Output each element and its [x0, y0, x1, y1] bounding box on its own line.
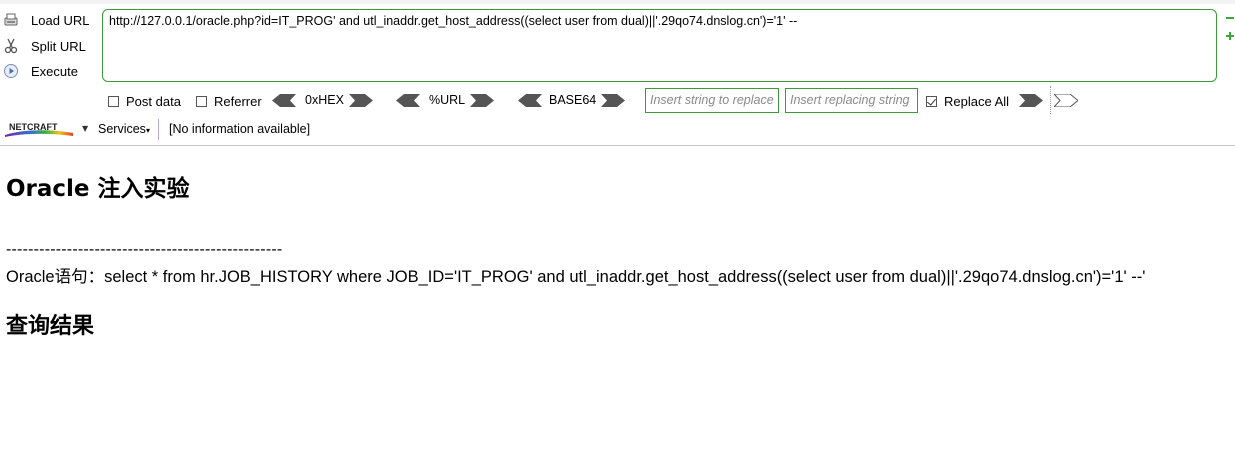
replace-next-arrow-icon[interactable]: [1054, 94, 1078, 107]
split-url-label: Split URL: [31, 38, 86, 54]
load-url-icon: [1, 10, 21, 30]
separator-line: ----------------------------------------…: [6, 241, 283, 258]
url-enc-label: %URL: [429, 93, 466, 107]
url-encode-arrow-icon[interactable]: [470, 94, 494, 107]
expand-icon[interactable]: [1226, 32, 1234, 40]
hex-encode-arrow-icon[interactable]: [349, 94, 373, 107]
replace-all-label: Replace All: [944, 94, 1010, 109]
execute-button[interactable]: Execute: [0, 60, 78, 82]
base64-encode-arrow-icon[interactable]: [601, 94, 625, 107]
netcraft-info: [No information available]: [169, 122, 311, 136]
insert-replacing-input[interactable]: Insert replacing string: [785, 88, 918, 113]
toolbar-divider: [1050, 86, 1051, 114]
post-data-box[interactable]: [108, 96, 119, 107]
load-url-button[interactable]: Load URL: [0, 9, 90, 31]
netcraft-logo[interactable]: NETCRAFT: [3, 120, 75, 138]
hex-decode-arrow-icon[interactable]: [272, 94, 296, 107]
collapse-icon[interactable]: [1226, 14, 1234, 22]
base64-label: BASE64: [549, 93, 597, 107]
insert-string-input[interactable]: Insert string to replace: [645, 88, 779, 113]
execute-label: Execute: [31, 63, 78, 79]
services-dropdown-icon: ▾: [145, 126, 150, 135]
replace-all-box[interactable]: [926, 96, 937, 107]
replace-arrow-icon[interactable]: [1019, 94, 1043, 107]
load-url-label: Load URL: [31, 12, 90, 28]
replace-all-checkbox[interactable]: Replace All: [926, 94, 1009, 109]
hackbar-toolbar: Load URL Split URL Execute http://127.0.…: [0, 0, 1235, 146]
url-input[interactable]: http://127.0.0.1/oracle.php?id=IT_PROG' …: [102, 9, 1217, 82]
post-data-checkbox[interactable]: Post data: [108, 94, 181, 109]
split-url-button[interactable]: Split URL: [0, 35, 86, 57]
referrer-checkbox[interactable]: Referrer: [196, 94, 262, 109]
base64-decode-arrow-icon[interactable]: [518, 94, 542, 107]
post-data-label: Post data: [126, 94, 181, 109]
url-decode-arrow-icon[interactable]: [396, 94, 420, 107]
referrer-box[interactable]: [196, 96, 207, 107]
services-menu[interactable]: Services▾: [98, 122, 150, 136]
toolbar-top-edge: [0, 0, 1235, 4]
netcraft-dropdown-icon[interactable]: ▼: [82, 124, 88, 133]
sql-statement: Oracle语句：select * from hr.JOB_HISTORY wh…: [6, 268, 1146, 286]
netcraft-toolbar: NETCRAFT ▼ Services▾ [No information ava…: [0, 118, 1235, 142]
play-icon: [1, 61, 21, 81]
hex-label: 0xHEX: [305, 93, 344, 107]
services-label: Services: [98, 122, 146, 136]
referrer-label: Referrer: [214, 94, 262, 109]
scissors-icon: [1, 36, 21, 56]
netcraft-separator: [158, 119, 159, 140]
page-title: Oracle 注入实验: [6, 176, 190, 202]
results-heading: 查询结果: [6, 314, 95, 339]
netcraft-logo-text: NETCRAFT: [9, 122, 58, 132]
